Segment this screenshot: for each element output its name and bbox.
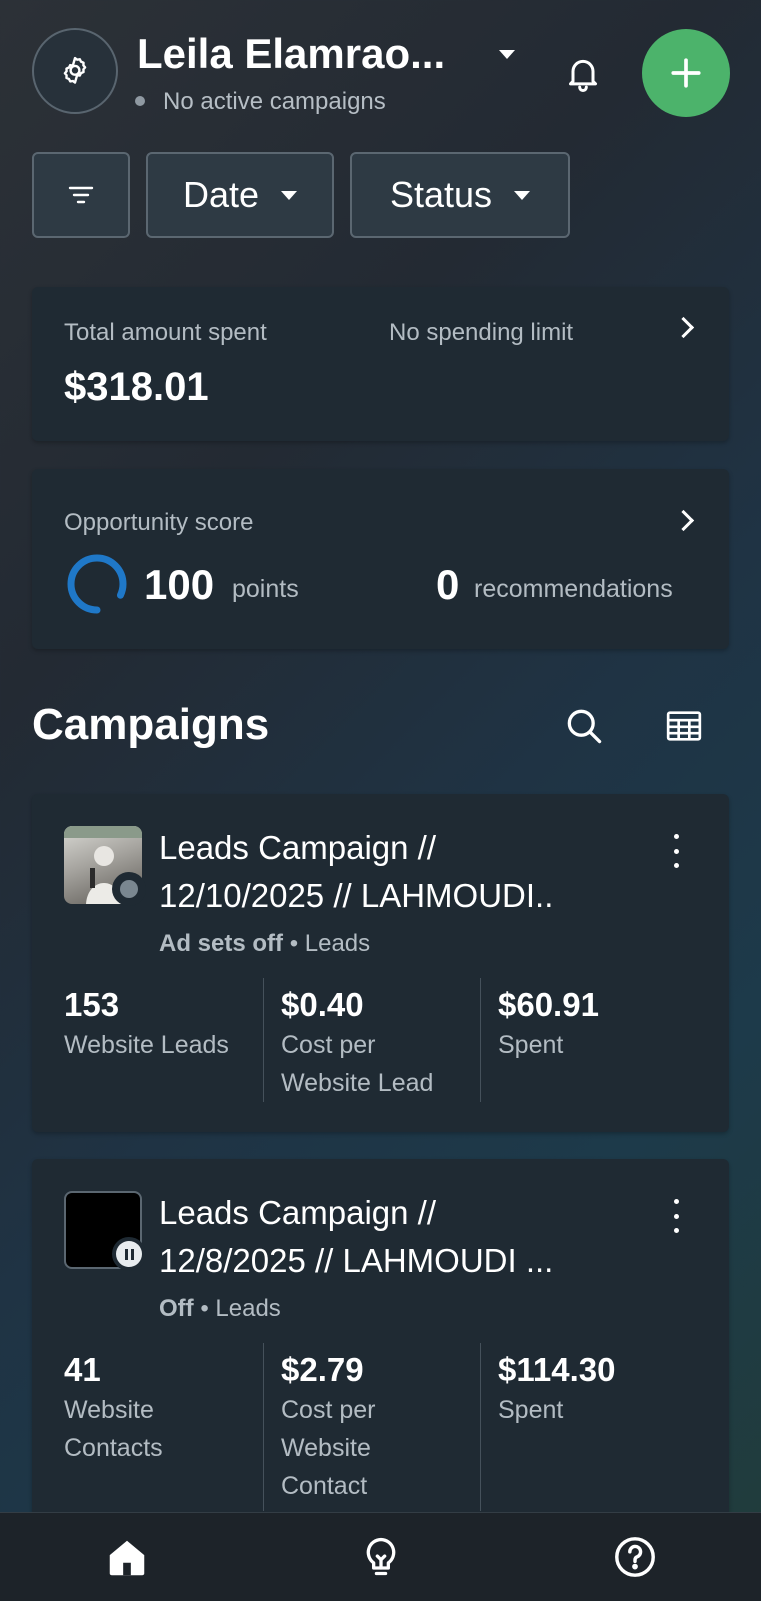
account-name[interactable]: Leila Elamrao... <box>137 30 445 78</box>
more-options-icon[interactable] <box>666 1199 686 1233</box>
chevron-right-icon <box>672 316 695 339</box>
metric-divider <box>263 1343 264 1511</box>
campaign-title-line1: Leads Campaign // <box>159 1194 437 1231</box>
status-dot-icon <box>120 880 138 898</box>
campaign-objective: Leads <box>304 930 371 957</box>
status-dot <box>135 96 145 106</box>
spending-limit-text: No spending limit <box>389 319 574 346</box>
metric-value: $114.30 <box>498 1351 616 1388</box>
filter-button[interactable] <box>32 152 130 238</box>
meta-separator: • <box>289 930 299 957</box>
date-filter-dropdown[interactable]: Date <box>146 152 334 238</box>
bell-icon <box>569 59 597 92</box>
recommendations-label: recommendations <box>474 575 673 603</box>
status-indicator <box>112 872 146 906</box>
more-options-icon[interactable] <box>666 834 686 868</box>
campaign-card[interactable]: Leads Campaign // 12/8/2025 // LAHMOUDI … <box>32 1159 729 1519</box>
chevron-down-icon <box>281 190 298 200</box>
chevron-right-icon <box>672 509 695 532</box>
notifications-button[interactable] <box>560 50 606 96</box>
opportunity-score-label: Opportunity score <box>64 509 254 536</box>
bottom-navigation <box>0 1512 761 1601</box>
metric-label: Spent <box>498 1396 564 1424</box>
create-campaign-button[interactable] <box>642 29 730 117</box>
gear-icon <box>63 56 87 84</box>
filter-lines-icon <box>68 186 94 204</box>
metric-label: Spent <box>498 1031 564 1059</box>
account-status-text: No active campaigns <box>163 88 386 115</box>
opportunity-score-card[interactable]: Opportunity score 100 points 0 recommend… <box>32 469 729 649</box>
plus-icon <box>671 58 701 88</box>
pause-icon <box>116 1241 142 1267</box>
campaign-title-line1: Leads Campaign // <box>159 829 437 866</box>
status-indicator <box>112 1237 146 1271</box>
score-value: 100 <box>144 561 215 608</box>
table-icon <box>666 711 702 741</box>
metric-divider <box>480 978 481 1102</box>
metric-label: Website Leads <box>64 1031 229 1059</box>
campaign-status: Ad sets off <box>159 930 284 957</box>
metric-value: 41 <box>64 1351 101 1388</box>
chevron-down-icon[interactable] <box>499 50 515 59</box>
status-filter-dropdown[interactable]: Status <box>350 152 570 238</box>
campaign-title-line2: 12/10/2025 // LAHMOUDI.. <box>159 877 554 914</box>
nav-home[interactable] <box>97 1527 157 1587</box>
settings-button[interactable] <box>32 28 118 114</box>
nav-ideas[interactable] <box>351 1527 411 1587</box>
spend-summary-card[interactable]: Total amount spent $318.01 No spending l… <box>32 287 729 441</box>
campaign-card[interactable]: Leads Campaign // 12/10/2025 // LAHMOUDI… <box>32 794 729 1132</box>
recommendations-count: 0 <box>436 561 460 608</box>
date-filter-label: Date <box>182 174 260 215</box>
nav-help[interactable] <box>605 1527 665 1587</box>
total-spent-label: Total amount spent <box>64 319 267 346</box>
metric-value: 153 <box>64 986 120 1023</box>
score-unit: points <box>232 575 299 603</box>
metric-value: $2.79 <box>281 1351 364 1388</box>
metric-value: $60.91 <box>498 986 599 1023</box>
search-icon <box>567 709 602 744</box>
help-icon <box>615 1537 655 1577</box>
campaign-status: Off <box>159 1295 194 1322</box>
table-view-button[interactable] <box>664 706 708 750</box>
total-spent-amount: $318.01 <box>64 365 209 409</box>
score-ring-icon <box>67 554 127 614</box>
campaigns-section-title: Campaigns <box>32 700 270 749</box>
metric-label: Website Contacts <box>64 1396 163 1462</box>
campaign-title-line2: 12/8/2025 // LAHMOUDI ... <box>159 1242 554 1279</box>
metric-value: $0.40 <box>281 986 364 1023</box>
metric-label: Cost per Website Lead <box>281 1031 434 1097</box>
campaign-objective: Leads <box>215 1295 281 1322</box>
home-icon <box>109 1540 145 1576</box>
meta-separator: • <box>200 1295 209 1322</box>
chevron-down-icon <box>514 190 531 200</box>
search-button[interactable] <box>562 704 606 748</box>
status-filter-label: Status <box>389 174 493 215</box>
metric-divider <box>263 978 264 1102</box>
metric-label: Cost per Website Contact <box>281 1396 376 1500</box>
metric-divider <box>480 1343 481 1511</box>
lightbulb-icon <box>366 1537 396 1576</box>
